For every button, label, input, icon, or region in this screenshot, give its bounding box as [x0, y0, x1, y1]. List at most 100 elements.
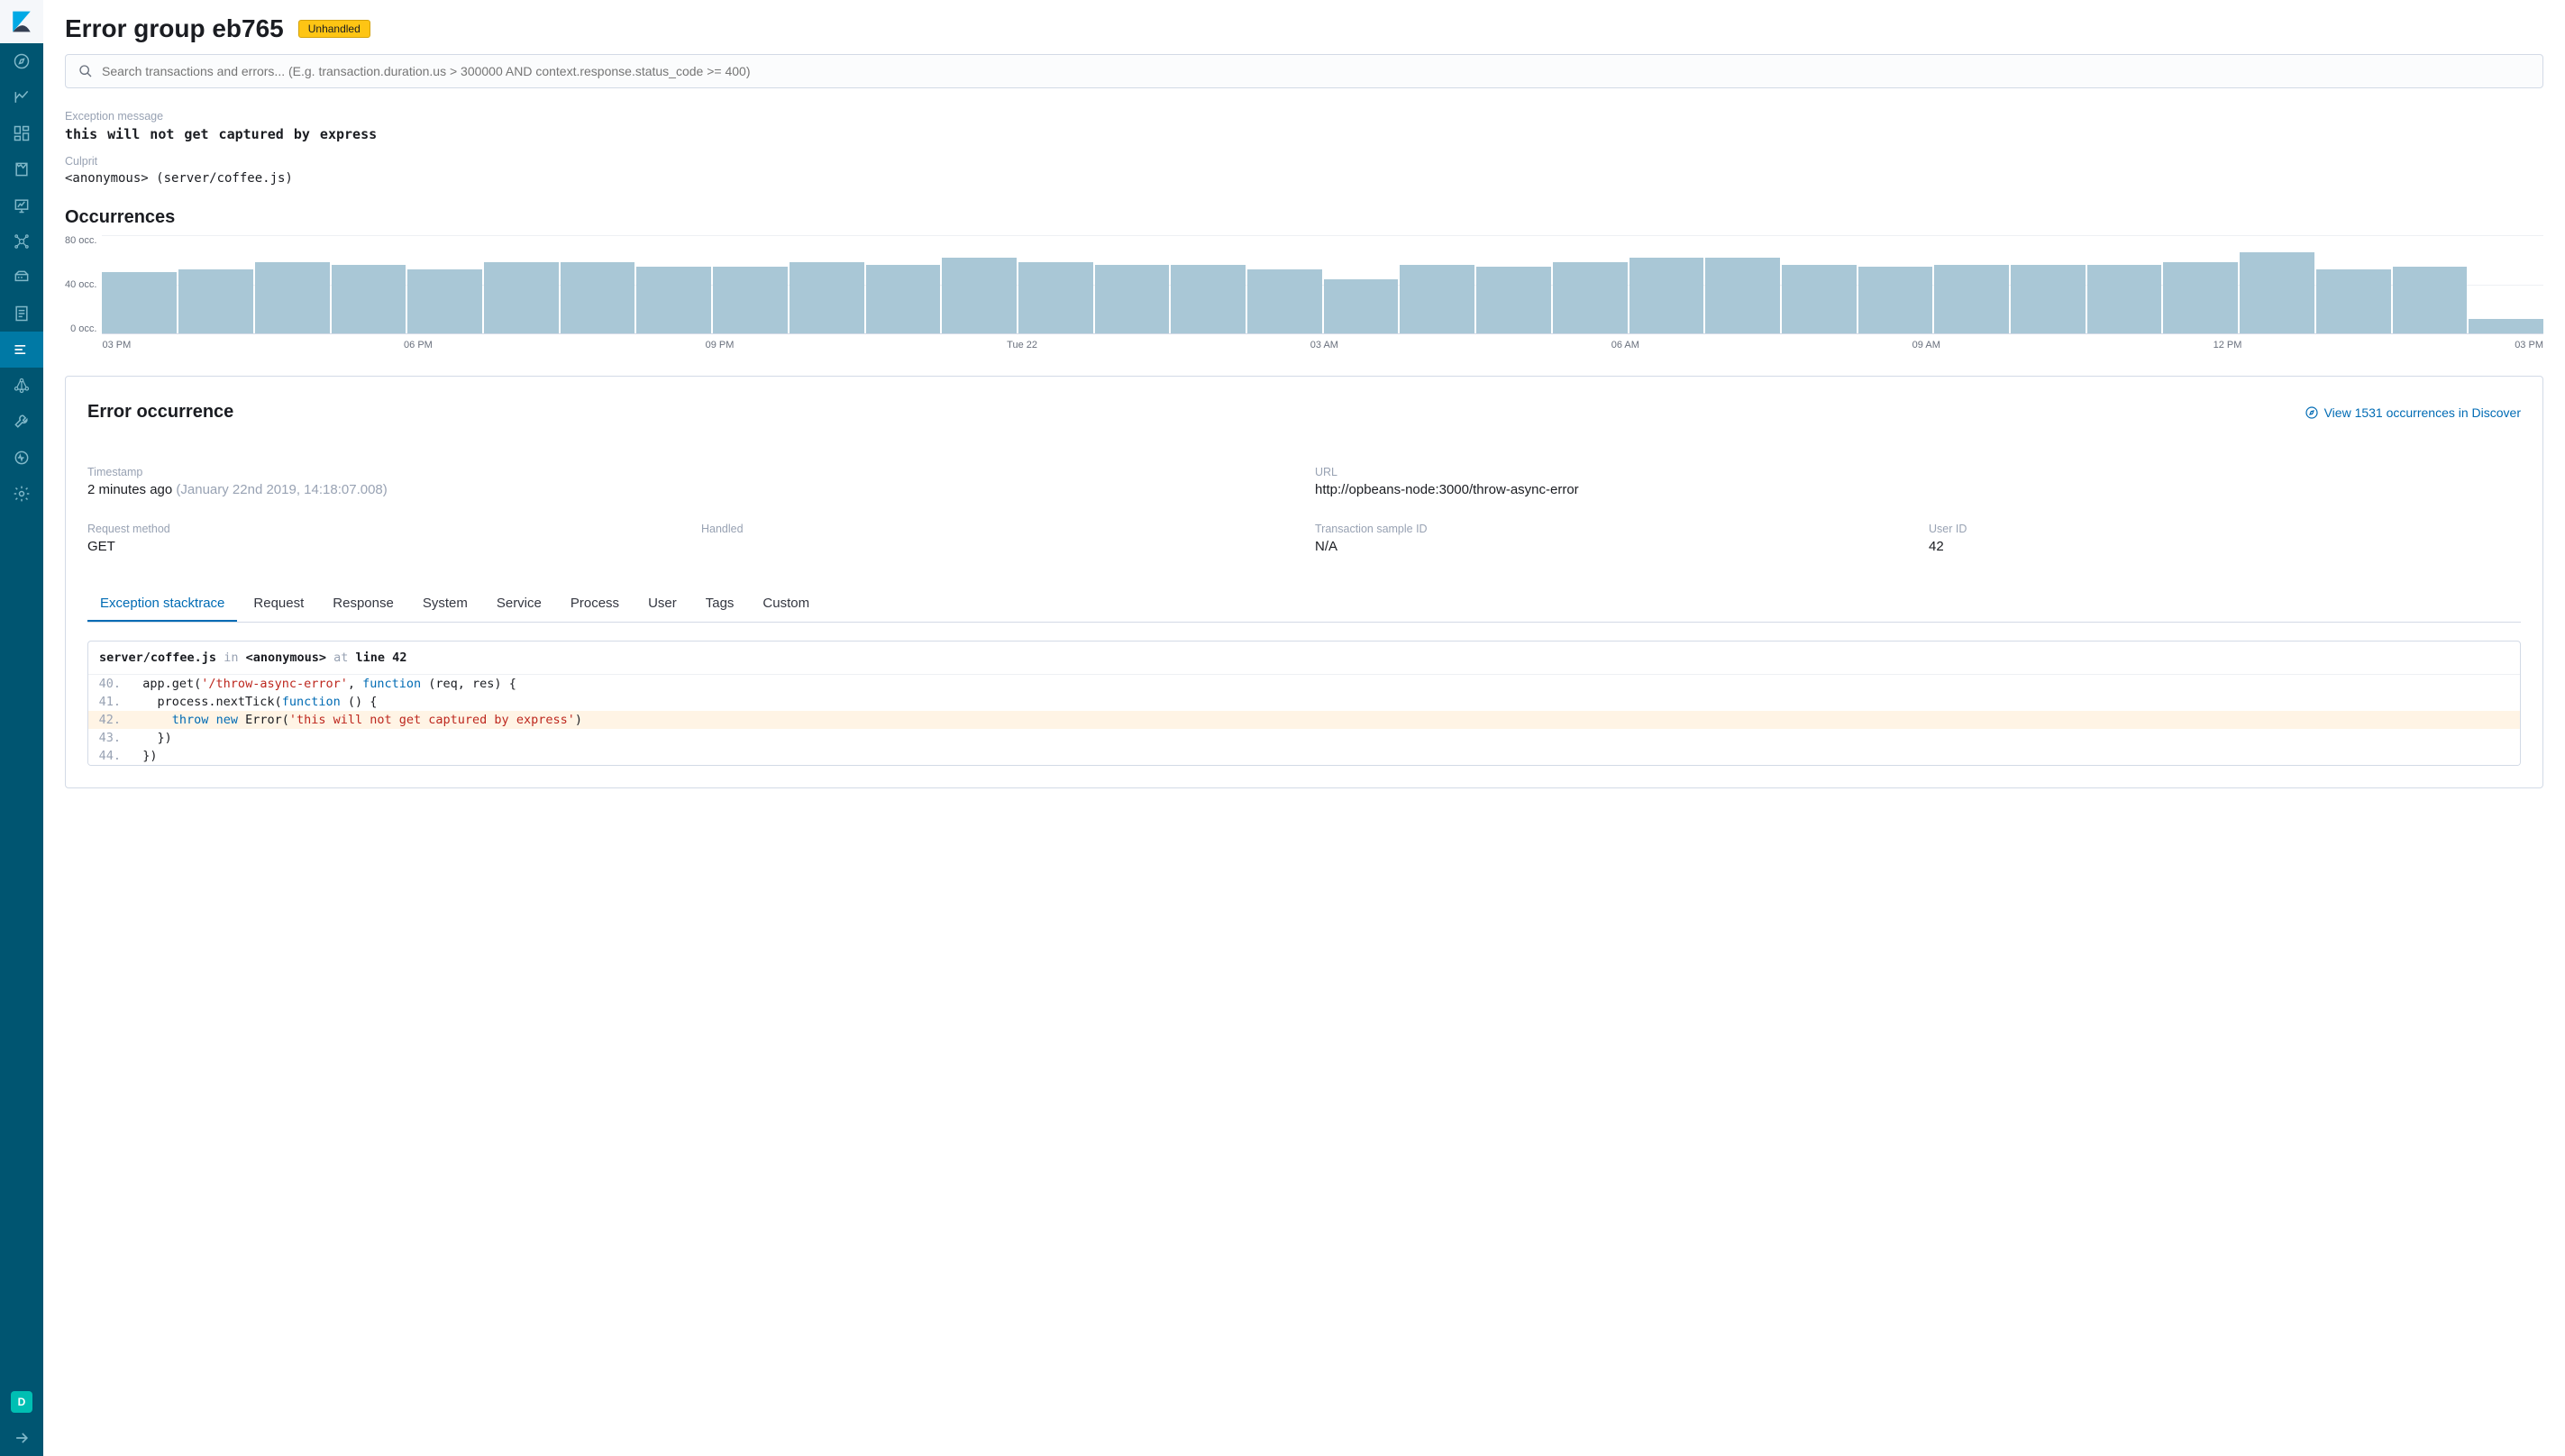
tab-tags[interactable]: Tags — [693, 587, 747, 622]
chart-bar[interactable] — [484, 262, 559, 333]
timestamp-label: Timestamp — [87, 466, 1293, 478]
method-value: GET — [87, 539, 680, 554]
x-tick: 03 PM — [2515, 340, 2543, 350]
x-tick: 09 PM — [706, 340, 735, 350]
nav-graph-icon[interactable] — [0, 368, 43, 404]
code-line: 43. }) — [88, 729, 2520, 747]
chart-bar[interactable] — [942, 258, 1017, 333]
main-content: Error group eb765 Unhandled Exception me… — [43, 0, 2565, 1456]
chart-bar[interactable] — [255, 262, 330, 333]
tab-custom[interactable]: Custom — [750, 587, 822, 622]
chart-bar[interactable] — [178, 269, 253, 333]
chart-bar[interactable] — [2393, 267, 2468, 333]
nav-management-icon[interactable] — [0, 476, 43, 512]
chart-bar[interactable] — [1782, 265, 1857, 333]
chart-bar[interactable] — [1476, 267, 1551, 333]
user-id-value: 42 — [1929, 539, 2521, 554]
nav-dashboard-icon[interactable] — [0, 115, 43, 151]
nav-ml-icon[interactable] — [0, 223, 43, 259]
line-number: 42. — [88, 711, 128, 729]
tab-service[interactable]: Service — [484, 587, 554, 622]
collapse-sidebar-icon[interactable] — [0, 1420, 43, 1456]
occurrences-title: Occurrences — [65, 207, 2543, 228]
url-value: http://opbeans-node:3000/throw-async-err… — [1315, 482, 2521, 497]
nav-canvas-icon[interactable] — [0, 187, 43, 223]
chart-bar[interactable] — [1095, 265, 1170, 333]
line-content: app.get('/throw-async-error', function (… — [128, 675, 2520, 693]
tab-system[interactable]: System — [410, 587, 480, 622]
search-input[interactable] — [102, 64, 2530, 78]
chart-bar[interactable] — [1553, 262, 1628, 333]
chart-bar[interactable] — [2240, 252, 2314, 333]
chart-bar[interactable] — [102, 272, 177, 333]
y-tick: 80 occ. — [65, 235, 96, 246]
tab-user[interactable]: User — [635, 587, 689, 622]
compass-icon — [2305, 405, 2319, 420]
line-content: }) — [128, 729, 2520, 747]
kibana-logo[interactable] — [0, 0, 43, 43]
url-label: URL — [1315, 466, 2521, 478]
nav-timelion-icon[interactable] — [0, 151, 43, 187]
chart-bar[interactable] — [1247, 269, 1322, 333]
method-label: Request method — [87, 523, 680, 535]
code-line: 44. }) — [88, 747, 2520, 765]
culprit-value: <anonymous> (server/coffee.js) — [65, 171, 2543, 186]
code-header: server/coffee.js in <anonymous> at line … — [88, 642, 2520, 675]
line-number: 43. — [88, 729, 128, 747]
chart-bar[interactable] — [1934, 265, 2009, 333]
chart-bar[interactable] — [2469, 319, 2543, 333]
y-tick: 0 occ. — [70, 323, 96, 334]
nav-visualize-icon[interactable] — [0, 79, 43, 115]
tab-request[interactable]: Request — [241, 587, 316, 622]
chart-bar[interactable] — [1629, 258, 1704, 333]
chart-bar[interactable] — [2163, 262, 2238, 333]
chart-bar[interactable] — [636, 267, 711, 333]
chart-bar[interactable] — [1858, 267, 1933, 333]
tab-response[interactable]: Response — [320, 587, 406, 622]
nav-logs-icon[interactable] — [0, 296, 43, 332]
txn-value: N/A — [1315, 539, 1907, 554]
chart-bar[interactable] — [561, 262, 635, 333]
nav-infra-icon[interactable] — [0, 259, 43, 296]
nav-monitoring-icon[interactable] — [0, 440, 43, 476]
tab-process[interactable]: Process — [558, 587, 632, 622]
chart-bar[interactable] — [1018, 262, 1093, 333]
chart-bar[interactable] — [1400, 265, 1474, 333]
line-number: 44. — [88, 747, 128, 765]
chart-bar[interactable] — [407, 269, 482, 333]
code-line: 40. app.get('/throw-async-error', functi… — [88, 675, 2520, 693]
search-bar[interactable] — [65, 54, 2543, 88]
chart-bar[interactable] — [866, 265, 941, 333]
nav-apm-icon[interactable] — [0, 332, 43, 368]
chart-bar[interactable] — [713, 267, 788, 333]
chart-bar[interactable] — [1705, 258, 1780, 333]
chart-bar[interactable] — [2316, 269, 2391, 333]
search-icon — [78, 64, 93, 78]
chart-bar[interactable] — [332, 265, 406, 333]
nav-devtools-icon[interactable] — [0, 404, 43, 440]
x-tick: Tue 22 — [1007, 340, 1037, 350]
y-tick: 40 occ. — [65, 279, 96, 290]
txn-label: Transaction sample ID — [1315, 523, 1907, 535]
error-occurrence-title: Error occurrence — [87, 402, 233, 423]
chart-bar[interactable] — [2011, 265, 2086, 333]
line-content: }) — [128, 747, 2520, 765]
nav-discover-icon[interactable] — [0, 43, 43, 79]
chart-bar[interactable] — [2087, 265, 2162, 333]
chart-bar[interactable] — [1171, 265, 1246, 333]
line-number: 40. — [88, 675, 128, 693]
chart-bar[interactable] — [790, 262, 864, 333]
view-in-discover-link[interactable]: View 1531 occurrences in Discover — [2305, 405, 2521, 420]
user-avatar[interactable]: D — [11, 1391, 32, 1413]
x-tick: 03 PM — [102, 340, 131, 350]
x-tick: 12 PM — [2214, 340, 2242, 350]
unhandled-badge: Unhandled — [298, 20, 370, 38]
chart-bar[interactable] — [1324, 279, 1399, 333]
discover-link-text: View 1531 occurrences in Discover — [2324, 405, 2521, 420]
sidebar: D — [0, 0, 43, 1456]
x-tick: 03 AM — [1310, 340, 1338, 350]
code-line: 41. process.nextTick(function () { — [88, 693, 2520, 711]
detail-tabs: Exception stacktraceRequestResponseSyste… — [87, 587, 2521, 623]
tab-exception-stacktrace[interactable]: Exception stacktrace — [87, 587, 237, 622]
user-id-label: User ID — [1929, 523, 2521, 535]
